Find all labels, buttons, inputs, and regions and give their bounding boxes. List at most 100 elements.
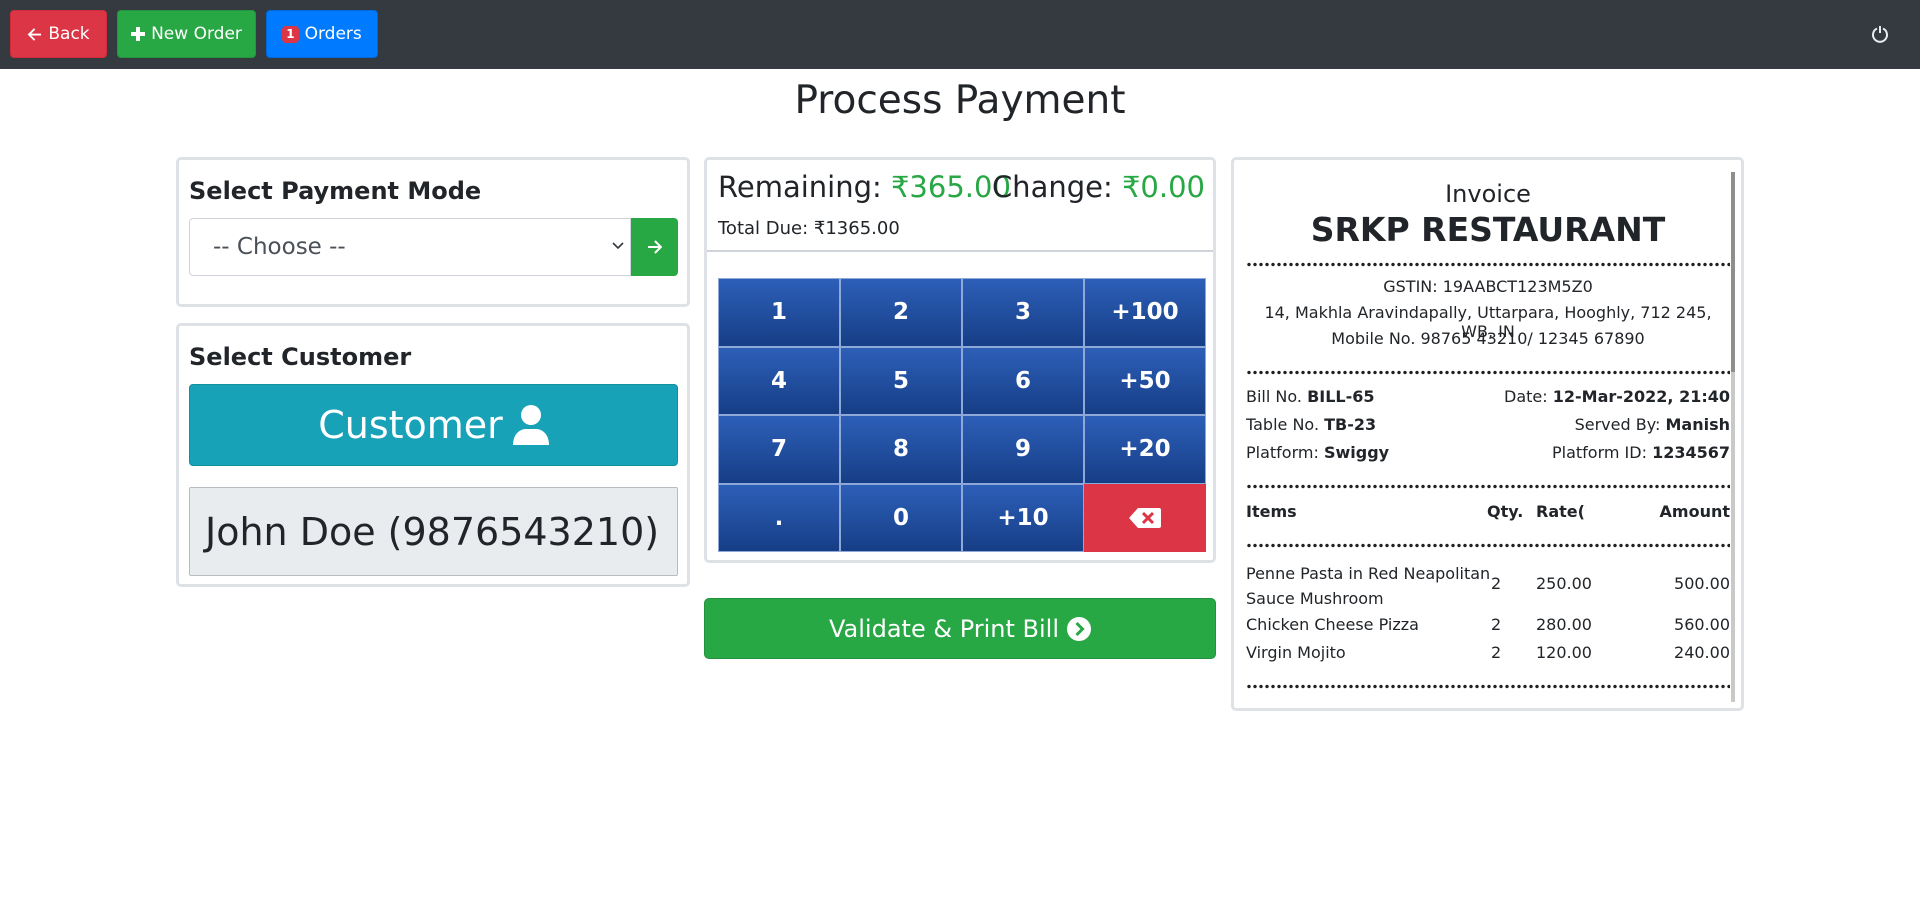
- key-6[interactable]: 6: [962, 346, 1084, 415]
- customer-button-label: Customer: [318, 403, 503, 447]
- platform: Platform: Swiggy: [1246, 443, 1389, 462]
- customer-button[interactable]: Customer: [189, 384, 678, 466]
- payment-mode-select[interactable]: -- Choose --: [189, 218, 631, 276]
- item-qty: 2: [1491, 574, 1502, 593]
- payment-mode-card: Select Payment Mode -- Choose --: [176, 157, 690, 307]
- backspace-icon: [1129, 507, 1161, 528]
- power-icon[interactable]: [1866, 20, 1894, 48]
- date-label: Date:: [1504, 387, 1548, 406]
- change-value: ₹0.00: [1121, 170, 1205, 204]
- item-name: Chicken Cheese Pizza: [1246, 615, 1419, 634]
- item-amount: 240.00: [1674, 643, 1730, 662]
- user-icon: [512, 405, 549, 445]
- platform-row: Platform: Swiggy Platform ID: 1234567: [1246, 443, 1730, 465]
- chevron-down-icon: [612, 242, 624, 250]
- top-navbar: Back New Order 1 Orders: [0, 0, 1920, 69]
- payment-card: Remaining: ₹365.00 Change: ₹0.00 Total D…: [704, 157, 1216, 563]
- validate-button-label: Validate & Print Bill: [829, 614, 1059, 643]
- item-amount: 500.00: [1674, 574, 1730, 593]
- invoice-card: Invoice SRKP RESTAURANT GSTIN: 19AABCT12…: [1231, 157, 1744, 711]
- key-3[interactable]: 3: [962, 278, 1084, 347]
- key-5[interactable]: 5: [840, 346, 962, 415]
- selected-customer-display: John Doe (9876543210): [189, 487, 678, 576]
- item-qty: 2: [1491, 615, 1502, 634]
- remaining-label: Remaining:: [718, 170, 882, 204]
- page-title: Process Payment: [794, 78, 1126, 123]
- orders-button-label: Orders: [304, 24, 362, 44]
- orders-button[interactable]: 1 Orders: [266, 10, 378, 58]
- table-value: TB-23: [1324, 415, 1377, 434]
- customer-card: Select Customer Customer John Doe (98765…: [176, 323, 690, 587]
- item-name: Penne Pasta in Red Neapolitan Sauce Mush…: [1246, 561, 1490, 611]
- key-8[interactable]: 8: [840, 415, 962, 484]
- platform-id-value: 1234567: [1652, 443, 1730, 462]
- key-4[interactable]: 4: [718, 346, 840, 415]
- plus-icon: [131, 27, 146, 41]
- item-amount: 560.00: [1674, 615, 1730, 634]
- dotted-divider: [1246, 684, 1730, 689]
- served-by: Served By: Manish: [1575, 415, 1730, 434]
- divider: [707, 250, 1213, 252]
- platform-id: Platform ID: 1234567: [1552, 443, 1730, 462]
- served-by-value: Manish: [1665, 415, 1730, 434]
- arrow-left-icon: [28, 27, 42, 41]
- invoice-preview[interactable]: Invoice SRKP RESTAURANT GSTIN: 19AABCT12…: [1246, 170, 1730, 700]
- orders-count-badge: 1: [282, 25, 299, 43]
- key-plus-20[interactable]: +20: [1084, 415, 1206, 484]
- invoice-heading: Invoice: [1445, 180, 1531, 208]
- key-9[interactable]: 9: [962, 415, 1084, 484]
- arrow-right-icon: [647, 240, 662, 254]
- key-2[interactable]: 2: [840, 278, 962, 347]
- new-order-button-label: New Order: [151, 24, 242, 44]
- gstin: GSTIN: 19AABCT123M5Z0: [1383, 277, 1593, 296]
- item-name: Virgin Mojito: [1246, 643, 1346, 662]
- platform-id-label: Platform ID:: [1551, 443, 1647, 462]
- key-decimal[interactable]: .: [718, 483, 840, 552]
- item-name-line: Sauce Mushroom: [1246, 589, 1384, 608]
- served-by-label: Served By:: [1574, 415, 1661, 434]
- key-plus-50[interactable]: +50: [1084, 346, 1206, 415]
- dotted-divider: [1246, 262, 1730, 267]
- backspace-button[interactable]: [1084, 483, 1206, 552]
- table-no: Table No. TB-23: [1246, 415, 1376, 434]
- key-0[interactable]: 0: [840, 483, 962, 552]
- chevron-circle-right-icon: [1067, 616, 1091, 641]
- total-due: Total Due: ₹1365.00: [718, 218, 900, 239]
- bill-date-row: Bill No. BILL-65 Date: 12-Mar-2022, 21:4…: [1246, 387, 1730, 409]
- table-label: Table No.: [1246, 415, 1320, 434]
- table-served-row: Table No. TB-23 Served By: Manish: [1246, 415, 1730, 437]
- item-rate: 250.00: [1536, 574, 1592, 593]
- dotted-divider: [1246, 370, 1730, 375]
- numeric-keypad: 1 2 3 +100 4 5 6 +50 7 8 9 +20 . 0 +10: [718, 278, 1206, 552]
- validate-print-bill-button[interactable]: Validate & Print Bill: [704, 598, 1216, 659]
- item-name-line: Penne Pasta in Red Neapolitan: [1246, 564, 1491, 583]
- column-header-qty: Qty.: [1487, 502, 1524, 521]
- invoice-scrollbar-thumb[interactable]: [1731, 172, 1735, 372]
- back-button[interactable]: Back: [10, 10, 107, 58]
- payment-mode-title: Select Payment Mode: [189, 177, 482, 205]
- item-rate: 280.00: [1536, 615, 1592, 634]
- new-order-button[interactable]: New Order: [117, 10, 256, 58]
- payment-mode-select-value: -- Choose --: [213, 234, 346, 260]
- change-label: Change:: [991, 170, 1113, 204]
- key-plus-10[interactable]: +10: [962, 483, 1084, 552]
- change-amount: Change: ₹0.00: [992, 170, 1205, 204]
- bill-no-label: Bill No.: [1246, 387, 1302, 406]
- platform-value: Swiggy: [1323, 443, 1390, 462]
- dotted-divider: [1246, 484, 1730, 489]
- key-7[interactable]: 7: [718, 415, 840, 484]
- remaining-amount: Remaining: ₹365.00: [718, 170, 1011, 204]
- date-value: 12-Mar-2022, 21:40: [1552, 387, 1730, 406]
- bill-no-value: BILL-65: [1307, 387, 1375, 406]
- restaurant-mobile: Mobile No. 98765 43210/ 12345 67890: [1331, 329, 1645, 348]
- column-header-amount: Amount: [1659, 502, 1730, 521]
- key-1[interactable]: 1: [718, 278, 840, 347]
- key-plus-100[interactable]: +100: [1084, 278, 1206, 347]
- platform-label: Platform:: [1246, 443, 1319, 462]
- bill-no: Bill No. BILL-65: [1246, 387, 1375, 406]
- payment-mode-go-button[interactable]: [631, 218, 678, 276]
- column-header-items: Items: [1246, 502, 1297, 521]
- back-button-label: Back: [48, 24, 90, 44]
- restaurant-name: SRKP RESTAURANT: [1310, 210, 1666, 249]
- customer-title: Select Customer: [189, 343, 412, 371]
